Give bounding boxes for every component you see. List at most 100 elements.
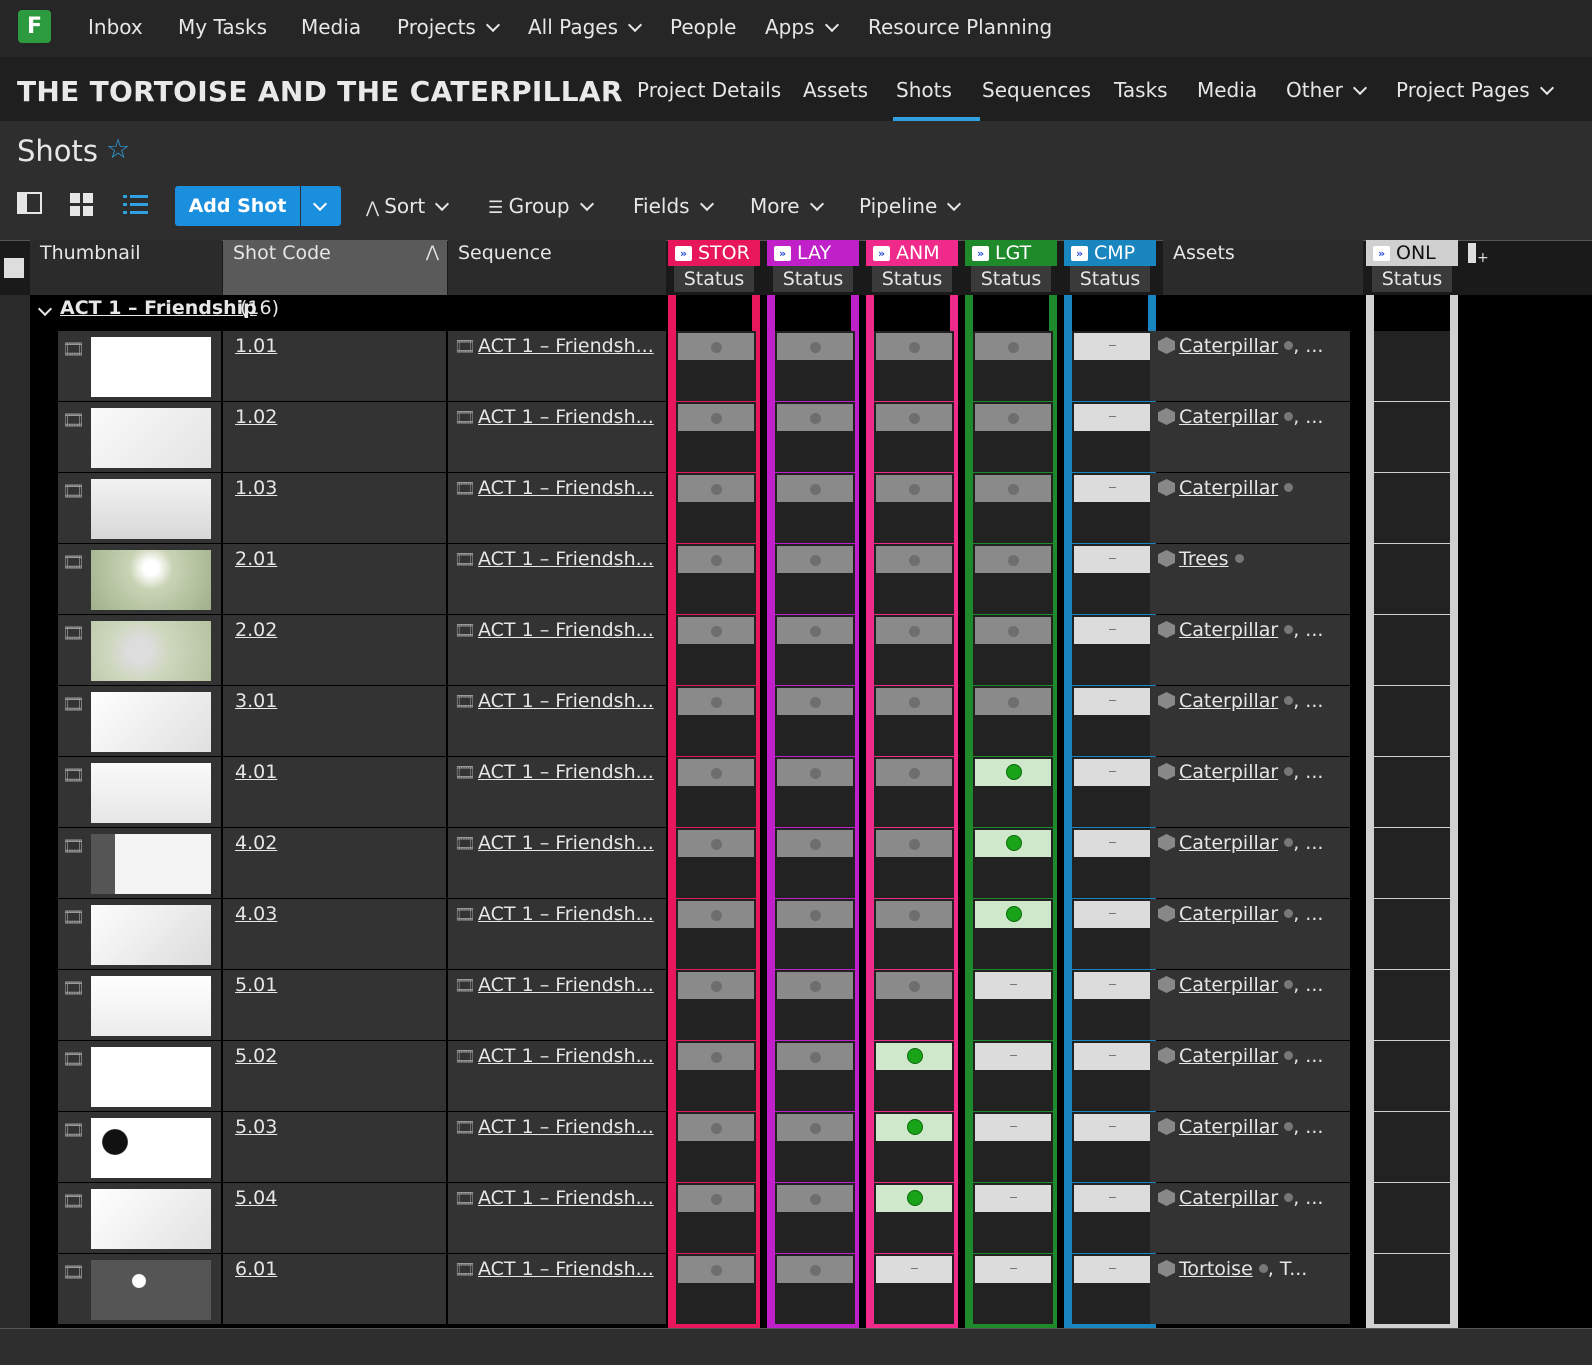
shot-thumbnail[interactable] [91,1189,211,1249]
status-pill[interactable] [678,972,754,999]
shot-code-link[interactable]: 6.01 [235,1258,277,1280]
status-pill[interactable] [777,546,853,573]
status-pill[interactable] [975,617,1051,644]
status-pill[interactable] [777,1043,853,1070]
status-pill[interactable] [975,1043,1051,1070]
status-pill[interactable] [777,1185,853,1212]
onl-status-cell[interactable] [1374,615,1450,685]
onl-status-cell[interactable] [1374,828,1450,898]
status-pill[interactable] [975,830,1051,857]
asset-link[interactable]: Caterpillar [1179,1045,1278,1067]
nav-inbox[interactable]: Inbox [88,15,143,39]
onl-status-cell[interactable] [1374,1112,1450,1182]
status-pill[interactable] [876,1043,952,1070]
table-row[interactable]: 🎞 1.02 🎞 ACT 1 – Friendsh... Caterpillar, .… [30,402,1462,473]
list-view-icon[interactable] [123,194,148,216]
film-strip-icon[interactable]: 🎞 [62,410,85,431]
status-pill[interactable] [876,1256,952,1283]
onl-status-cell[interactable] [1374,402,1450,472]
sequence-link[interactable]: ACT 1 – Friendsh... [478,690,654,712]
nav-my-tasks[interactable]: My Tasks [178,15,267,39]
status-pill[interactable] [876,688,952,715]
table-row[interactable]: 🎞 5.04 🎞 ACT 1 – Friendsh... Caterpillar, .… [30,1183,1462,1254]
asset-link-group[interactable]: Caterpillar [1158,477,1294,499]
asset-link-group[interactable]: Caterpillar , ... [1158,1187,1323,1209]
onl-status-cell[interactable] [1374,1041,1450,1111]
onl-status-cell[interactable] [1374,473,1450,543]
sort-button[interactable]: ⋀ Sort [366,194,450,218]
asset-link[interactable]: Tortoise [1179,1258,1253,1280]
asset-link[interactable]: Caterpillar [1179,406,1278,428]
thumbnail-column-header[interactable]: Thumbnail [30,240,222,295]
status-pill[interactable] [1074,404,1150,431]
status-pill[interactable] [1074,759,1150,786]
shot-code-link[interactable]: 5.03 [235,1116,277,1138]
shot-code-link[interactable]: 5.01 [235,974,277,996]
shot-thumbnail[interactable] [91,976,211,1036]
sequence-link[interactable]: ACT 1 – Friendsh... [478,832,654,854]
status-pill[interactable] [1074,1043,1150,1070]
asset-link-group[interactable]: Caterpillar , ... [1158,690,1323,712]
sequence-link[interactable]: ACT 1 – Friendsh... [478,477,654,499]
tab-project-pages[interactable]: Project Pages [1396,78,1554,102]
thumbnail-cell[interactable]: 🎞 [58,828,221,898]
status-pill[interactable] [975,1185,1051,1212]
asset-link-group[interactable]: Caterpillar , ... [1158,1116,1323,1138]
nav-all-pages[interactable]: All Pages [528,15,643,39]
tab-other[interactable]: Other [1286,78,1367,102]
shot-thumbnail[interactable] [91,1118,211,1178]
status-pill[interactable] [975,333,1051,360]
grid-view-icon[interactable] [70,193,94,217]
status-pill[interactable] [777,475,853,502]
status-pill[interactable] [876,546,952,573]
status-pill[interactable] [1074,901,1150,928]
asset-link-group[interactable]: Caterpillar , ... [1158,903,1323,925]
sequence-link[interactable]: ACT 1 – Friendsh... [478,1045,654,1067]
thumbnail-cell[interactable]: 🎞 [58,615,221,685]
sequence-link[interactable]: ACT 1 – Friendsh... [478,1116,654,1138]
status-pill[interactable] [678,617,754,644]
status-pill[interactable] [876,475,952,502]
group-button[interactable]: ☰ Group [488,194,594,218]
film-strip-icon[interactable]: 🎞 [62,1262,85,1283]
shot-thumbnail[interactable] [91,337,211,397]
shot-code-link[interactable]: 3.01 [235,690,277,712]
asset-more[interactable]: , ... [1293,335,1323,357]
status-pill[interactable] [876,830,952,857]
status-pill[interactable] [975,901,1051,928]
asset-link-group[interactable]: Tortoise , T... [1158,1258,1307,1280]
status-pill[interactable] [1074,475,1150,502]
sequence-link[interactable]: ACT 1 – Friendsh... [478,1187,654,1209]
status-pill[interactable] [975,404,1051,431]
asset-link[interactable]: Caterpillar [1179,1116,1278,1138]
sequence-link[interactable]: ACT 1 – Friendsh... [478,903,654,925]
pipeline-step-header-onl[interactable]: » ONL Status [1366,240,1458,295]
more-button[interactable]: More [750,194,824,218]
film-strip-icon[interactable]: 🎞 [62,836,85,857]
shot-thumbnail[interactable] [91,905,211,965]
table-row[interactable]: 🎞 2.01 🎞 ACT 1 – Friendsh... Trees [30,544,1462,615]
status-pill[interactable] [777,901,853,928]
group-label[interactable]: ACT 1 – Friendship [60,297,257,319]
add-column-icon[interactable] [1468,243,1476,263]
asset-more[interactable]: , ... [1293,406,1323,428]
status-pill[interactable] [876,1114,952,1141]
nav-resource-planning[interactable]: Resource Planning [868,15,1052,39]
status-pill[interactable] [975,475,1051,502]
asset-link[interactable]: Caterpillar [1179,477,1278,499]
status-pill[interactable] [1074,972,1150,999]
tab-media[interactable]: Media [1197,78,1257,102]
group-header-row[interactable]: ACT 1 – Friendship (16) [30,295,668,331]
status-pill[interactable] [678,901,754,928]
thumbnail-cell[interactable]: 🎞 [58,970,221,1040]
status-pill[interactable] [777,688,853,715]
shot-code-link[interactable]: 4.01 [235,761,277,783]
table-row[interactable]: 🎞 5.01 🎞 ACT 1 – Friendsh... Caterpillar, .… [30,970,1462,1041]
film-strip-icon[interactable]: 🎞 [62,481,85,502]
asset-more[interactable]: , ... [1293,903,1323,925]
asset-link-group[interactable]: Caterpillar , ... [1158,761,1323,783]
expand-step-icon[interactable]: » [774,246,791,261]
onl-status-cell[interactable] [1374,970,1450,1040]
asset-link[interactable]: Caterpillar [1179,619,1278,641]
status-pill[interactable] [678,333,754,360]
